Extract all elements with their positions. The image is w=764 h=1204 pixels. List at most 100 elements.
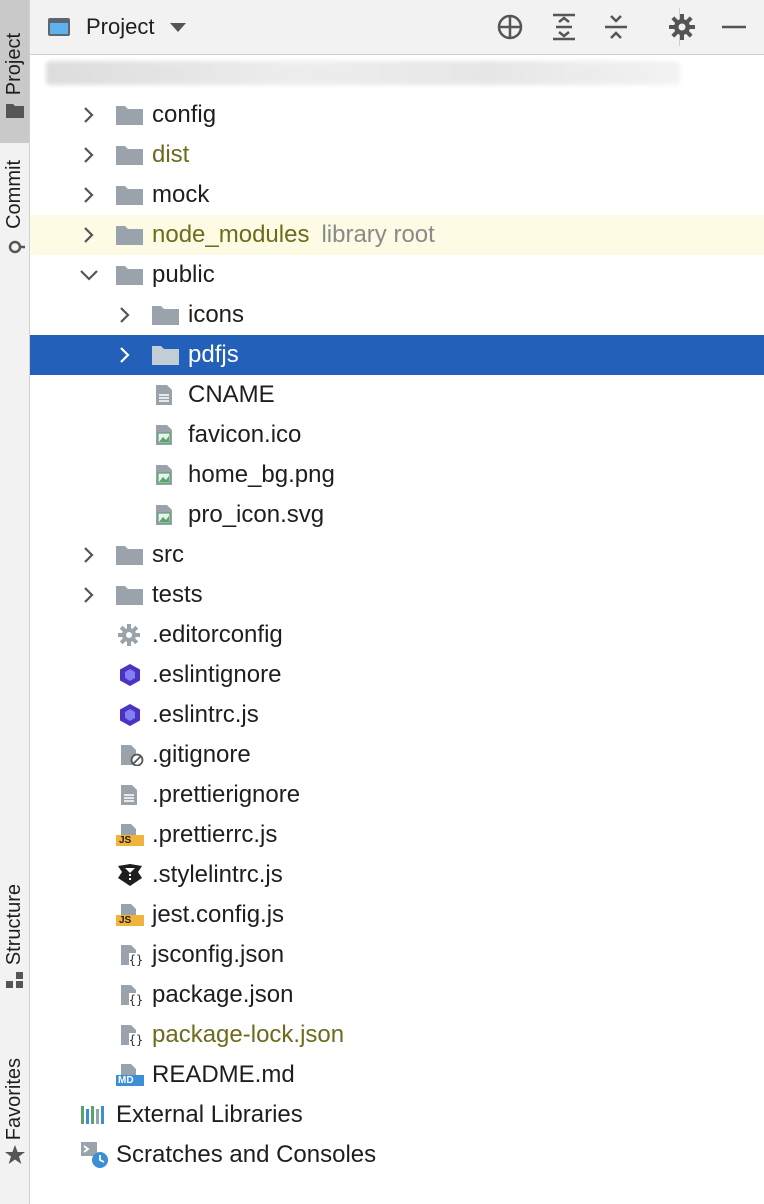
project-tool-window-header: Project — [30, 0, 764, 55]
settings-button[interactable] — [668, 13, 696, 41]
tool-tab-project[interactable]: Project — [0, 0, 29, 143]
svg-text:{}: {} — [129, 1033, 143, 1046]
tree-row-gitignore[interactable]: .gitignore — [30, 735, 764, 775]
tree-row-pro-icon[interactable]: pro_icon.svg — [30, 495, 764, 535]
project-view-selector-label[interactable]: Project — [86, 14, 154, 40]
tree-row-package-lock[interactable]: {} package-lock.json — [30, 1015, 764, 1055]
tool-tab-favorites-label: Favorites — [3, 1058, 25, 1141]
tree-row-node-modules[interactable]: node_modules library root — [30, 215, 764, 255]
minimize-icon — [722, 25, 746, 29]
tree-row-editorconfig[interactable]: .editorconfig — [30, 615, 764, 655]
tool-window-strip: Project Commit Structure Favorites — [0, 0, 30, 1204]
tool-tab-project-label: Project — [3, 32, 25, 95]
folder-icon — [116, 586, 143, 605]
tree-item-label: favicon.ico — [188, 421, 302, 448]
tree-item-label: .prettierrc.js — [152, 821, 278, 848]
chevron-right-icon[interactable] — [80, 226, 98, 244]
tree-item-label: Scratches and Consoles — [116, 1141, 377, 1168]
expand-all-icon — [553, 13, 575, 41]
tree-row-jest-config[interactable]: JS jest.config.js — [30, 895, 764, 935]
tree-item-label: .eslintrc.js — [152, 701, 259, 728]
gear-icon — [118, 624, 140, 646]
tree-row-home-bg[interactable]: home_bg.png — [30, 455, 764, 495]
tree-row-readme[interactable]: MD README.md — [30, 1055, 764, 1095]
tree-row-cname[interactable]: CNAME — [30, 375, 764, 415]
tree-item-name: node_modules — [152, 221, 310, 248]
eslint-icon — [120, 704, 140, 726]
tree-row-prettierignore[interactable]: .prettierignore — [30, 775, 764, 815]
folder-icon — [116, 146, 143, 165]
svg-text:{}: {} — [129, 953, 143, 966]
folder-icon — [5, 104, 24, 118]
chevron-right-icon[interactable] — [80, 106, 98, 124]
chevron-right-icon[interactable] — [80, 186, 98, 204]
image-file-icon — [156, 425, 172, 445]
tree-item-label: .prettierignore — [152, 781, 301, 808]
locate-icon — [497, 14, 523, 40]
tree-item-label: package.json — [152, 981, 294, 1008]
tree-item-label: .gitignore — [152, 741, 251, 768]
tree-row-dist[interactable]: dist — [30, 135, 764, 175]
chevron-right-icon[interactable] — [116, 346, 134, 364]
chevron-right-icon[interactable] — [80, 546, 98, 564]
tree-item-label: dist — [152, 141, 190, 168]
tool-tab-commit[interactable]: Commit — [0, 160, 29, 257]
folder-icon — [116, 226, 143, 245]
ignore-file-icon — [121, 745, 144, 766]
tree-row-public[interactable]: public — [30, 255, 764, 295]
tree-item-label: package-lock.json — [152, 1021, 345, 1048]
chevron-down-icon[interactable] — [170, 22, 187, 32]
tree-item-label: pdfjs — [188, 341, 239, 368]
tree-item-label: jsconfig.json — [152, 941, 285, 968]
star-icon — [4, 1145, 25, 1165]
chevron-right-icon[interactable] — [80, 586, 98, 604]
tree-row-scratches[interactable]: Scratches and Consoles — [30, 1135, 764, 1175]
tree-row-src[interactable]: src — [30, 535, 764, 575]
tool-tab-structure-label: Structure — [3, 884, 25, 966]
tree-row-config[interactable]: config — [30, 95, 764, 135]
tree-row-mock[interactable]: mock — [30, 175, 764, 215]
javascript-file-icon: JS — [116, 904, 146, 926]
tree-row-package-json[interactable]: {} package.json — [30, 975, 764, 1015]
tree-row-external-libraries[interactable]: External Libraries — [30, 1095, 764, 1135]
tree-item-label: src — [152, 541, 184, 568]
markdown-file-icon: MD — [116, 1064, 146, 1086]
javascript-file-icon: JS — [116, 824, 146, 846]
tree-row-stylelintrc[interactable]: .stylelintrc.js — [30, 855, 764, 895]
chevron-right-icon[interactable] — [80, 146, 98, 164]
tree-item-label: CNAME — [188, 381, 275, 408]
text-file-icon — [121, 785, 137, 805]
folder-icon — [116, 546, 143, 565]
tree-row-tests[interactable]: tests — [30, 575, 764, 615]
tree-row-prettierrc[interactable]: JS .prettierrc.js — [30, 815, 764, 855]
tree-item-label: pro_icon.svg — [188, 501, 325, 528]
tree-row-eslintrc[interactable]: .eslintrc.js — [30, 695, 764, 735]
chevron-down-icon[interactable] — [80, 266, 98, 284]
project-root-row-blurred[interactable] — [46, 61, 680, 85]
tree-row-pdfjs[interactable]: pdfjs — [30, 335, 764, 375]
text-file-icon — [156, 385, 172, 405]
project-view-icon — [48, 18, 70, 36]
tool-tab-structure[interactable]: Structure — [0, 884, 29, 991]
tree-row-favicon[interactable]: favicon.ico — [30, 415, 764, 455]
json-file-icon: {} — [121, 985, 143, 1006]
tree-item-label: README.md — [152, 1061, 295, 1088]
tree-row-icons[interactable]: icons — [30, 295, 764, 335]
chevron-right-icon[interactable] — [116, 306, 134, 324]
tool-tab-favorites[interactable]: Favorites — [0, 1058, 29, 1166]
tree-row-eslintignore[interactable]: .eslintignore — [30, 655, 764, 695]
json-file-icon: {} — [121, 945, 143, 966]
folder-icon — [152, 306, 179, 325]
js-badge: JS — [119, 835, 132, 846]
tree-item-label: mock — [152, 181, 210, 208]
js-badge: JS — [119, 915, 132, 926]
tree-row-jsconfig[interactable]: {} jsconfig.json — [30, 935, 764, 975]
expand-all-button[interactable] — [550, 13, 578, 41]
tree-item-label: jest.config.js — [152, 901, 285, 928]
select-opened-file-button[interactable] — [496, 13, 524, 41]
hide-button[interactable] — [720, 13, 748, 41]
collapse-all-button[interactable] — [602, 13, 630, 41]
folder-icon — [116, 266, 143, 285]
folder-icon — [116, 106, 143, 125]
tree-item-label: public — [152, 261, 215, 288]
